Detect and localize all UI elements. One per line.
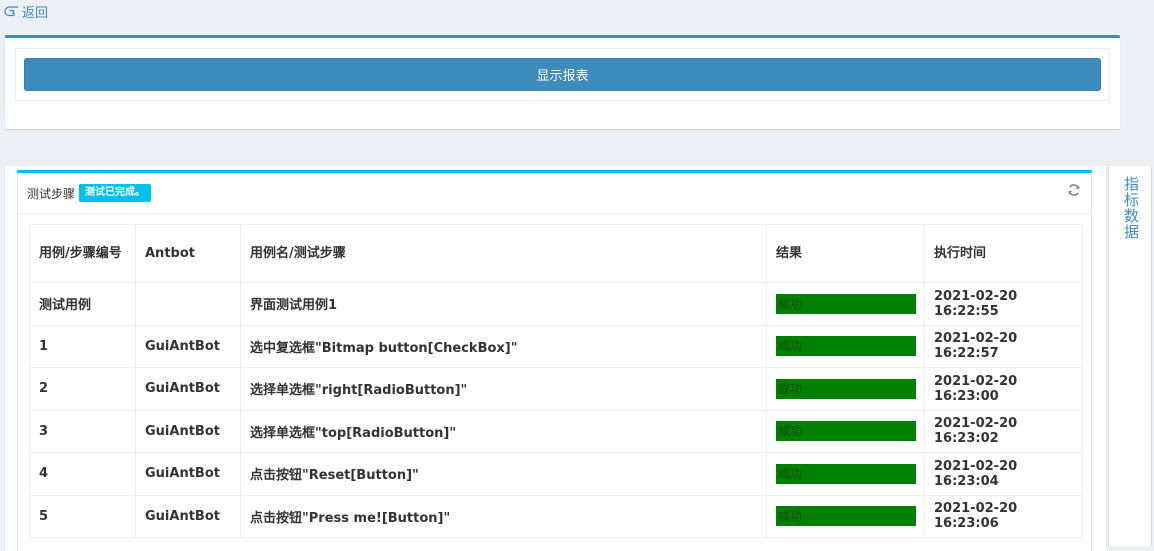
step-id-cell: 测试用例 [29,282,136,326]
result-cell: 成功 [766,367,925,411]
column-header: 结果 [766,224,925,283]
report-panel: 显示报表 [5,35,1120,129]
status-badge: 测试已完成。 [79,184,152,202]
show-report-button[interactable]: 显示报表 [24,58,1101,91]
panel-header: 测试步骤 测试已完成。 [17,173,1092,214]
column-header: Antbot [135,224,241,283]
time-cell: 2021-02-20 16:22:55 [924,282,1083,326]
step-name-cell: 选中复选框"Bitmap button[CheckBox]" [240,324,767,368]
back-link[interactable]: 返回 [4,2,49,21]
result-cell: 成功 [766,409,925,453]
step-name-cell: 点击按钮"Reset[Button]" [240,452,767,496]
time-cell: 2021-02-20 16:23:04 [924,452,1083,496]
step-name-cell: 选择单选框"top[RadioButton]" [240,409,767,453]
result-cell: 成功 [766,282,925,326]
metrics-side-tab[interactable]: 指标数据 [1108,166,1152,546]
antbot-cell [135,282,241,326]
step-id-cell: 5 [29,494,136,538]
table-row: 4 GuiAntBot 点击按钮"Reset[Button]" 成功 2021-… [29,452,1083,496]
result-success-bar: 成功 [776,421,916,442]
back-label: 返回 [22,5,49,21]
step-name-cell: 点击按钮"Press me![Button]" [240,494,767,538]
table-row: 测试用例 界面测试用例1 成功 2021-02-20 16:22:55 [29,282,1083,326]
result-cell: 成功 [766,452,925,496]
table-row: 5 GuiAntBot 点击按钮"Press me![Button]" 成功 2… [29,494,1083,538]
result-cell: 成功 [766,324,925,368]
report-panel-body: 显示报表 [15,48,1110,101]
step-id-cell: 4 [29,452,136,496]
step-id-cell: 3 [29,409,136,453]
steps-table: 用例/步骤编号 Antbot 用例名/测试步骤 结果 执行时间 测试用例 界面测… [29,224,1083,538]
column-header: 用例/步骤编号 [29,224,136,283]
side-tab-label: 指标数据 [1122,176,1140,240]
table-header-row: 用例/步骤编号 Antbot 用例名/测试步骤 结果 执行时间 [29,224,1083,283]
column-header: 用例名/测试步骤 [240,224,767,283]
test-steps-panel: 测试步骤 测试已完成。 用例/步骤编号 Antbot 用例名/测试步骤 结果 执… [5,166,1106,551]
table-row: 2 GuiAntBot 选择单选框"right[RadioButton]" 成功… [29,367,1083,411]
antbot-cell: GuiAntBot [135,324,241,368]
result-success-bar: 成功 [776,506,916,527]
time-cell: 2021-02-20 16:23:02 [924,409,1083,453]
result-success-bar: 成功 [776,463,916,484]
step-name-cell: 界面测试用例1 [240,282,767,326]
step-name-cell: 选择单选框"right[RadioButton]" [240,367,767,411]
antbot-cell: GuiAntBot [135,452,241,496]
time-cell: 2021-02-20 16:22:57 [924,324,1083,368]
column-header: 执行时间 [924,224,1083,283]
antbot-cell: GuiAntBot [135,367,241,411]
antbot-cell: GuiAntBot [135,409,241,453]
step-id-cell: 1 [29,324,136,368]
panel-title: 测试步骤 [27,186,76,201]
result-success-bar: 成功 [776,293,916,314]
time-cell: 2021-02-20 16:23:00 [924,367,1083,411]
result-cell: 成功 [766,494,925,538]
time-cell: 2021-02-20 16:23:06 [924,494,1083,538]
step-id-cell: 2 [29,367,136,411]
refresh-icon[interactable] [1067,183,1081,197]
table-row: 3 GuiAntBot 选择单选框"top[RadioButton]" 成功 2… [29,409,1083,453]
result-success-bar: 成功 [776,378,916,399]
antbot-cell: GuiAntBot [135,494,241,538]
table-row: 1 GuiAntBot 选中复选框"Bitmap button[CheckBox… [29,324,1083,368]
result-success-bar: 成功 [776,336,916,357]
pointing-hand-icon [4,5,20,17]
